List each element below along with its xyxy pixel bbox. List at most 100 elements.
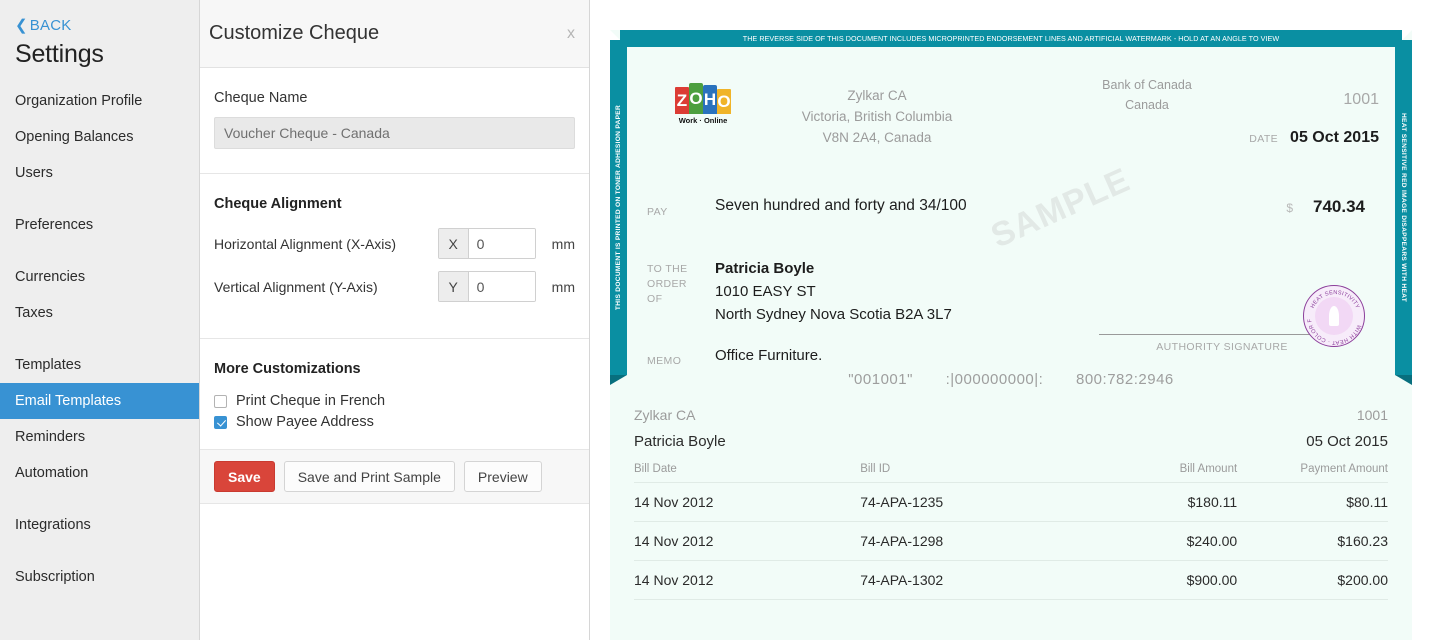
- zoho-logo: Z O H O Work · Online: [667, 82, 739, 125]
- cell-bill-date: 14 Nov 2012: [634, 561, 860, 600]
- print-french-checkbox[interactable]: [214, 395, 227, 408]
- horizontal-alignment-row: Horizontal Alignment (X-Axis) X mm: [214, 228, 575, 259]
- sidebar-item-opening-balances[interactable]: Opening Balances: [0, 119, 199, 155]
- sidebar-gap: [0, 491, 199, 507]
- show-payee-address-label: Show Payee Address: [236, 414, 374, 430]
- amount-numeric: $ 740.34: [1286, 197, 1365, 217]
- column-bill-amount: Bill Amount: [1086, 461, 1237, 483]
- zoho-letter-o2: O: [717, 89, 731, 114]
- stub-header-row-1: Zylkar CA 1001: [634, 402, 1388, 429]
- save-button[interactable]: Save: [214, 461, 275, 492]
- close-icon[interactable]: x: [567, 26, 575, 42]
- zoho-logo-blocks: Z O H O: [667, 82, 739, 114]
- save-and-print-sample-button[interactable]: Save and Print Sample: [284, 461, 455, 492]
- cell-bill-amount: $900.00: [1086, 561, 1237, 600]
- sidebar-item-automation[interactable]: Automation: [0, 455, 199, 491]
- stub-organization: Zylkar CA: [634, 402, 695, 429]
- organization-city: Victoria, British Columbia: [767, 106, 987, 127]
- cheque-alignment-section: Cheque Alignment Horizontal Alignment (X…: [200, 174, 589, 339]
- horizontal-alignment-stepper[interactable]: X: [438, 228, 536, 259]
- sidebar-item-subscription[interactable]: Subscription: [0, 559, 199, 595]
- cell-payment-amount: $200.00: [1237, 561, 1388, 600]
- column-bill-date: Bill Date: [634, 461, 860, 483]
- sidebar-item-taxes[interactable]: Taxes: [0, 295, 199, 331]
- zoho-letter-z: Z: [675, 87, 689, 114]
- cheque-name-section: Cheque Name: [200, 68, 589, 174]
- cheque-name-input[interactable]: [214, 117, 575, 149]
- print-french-label: Print Cheque in French: [236, 393, 385, 409]
- sidebar-gap: [0, 243, 199, 259]
- preview-button[interactable]: Preview: [464, 461, 542, 492]
- show-payee-address-checkbox[interactable]: [214, 416, 227, 429]
- seal-inner-disc: [1315, 297, 1353, 335]
- panel-header: Customize Cheque x: [200, 0, 589, 68]
- settings-sidebar: ❮ BACK Settings Organization ProfileOpen…: [0, 0, 200, 640]
- more-customizations-heading: More Customizations: [214, 361, 575, 377]
- bank-info: Bank of Canada Canada: [1057, 75, 1237, 115]
- back-button[interactable]: ❮ BACK: [0, 0, 199, 34]
- sidebar-item-organization-profile[interactable]: Organization Profile: [0, 83, 199, 119]
- x-axis-unit: mm: [552, 236, 575, 252]
- micr-line: "001001" :|000000000|: 800:782:2946: [627, 371, 1395, 388]
- date-label: DATE: [1249, 133, 1278, 145]
- table-row: 14 Nov 201274-APA-1298$240.00$160.23: [634, 522, 1388, 561]
- stub-header-row-2: Patricia Boyle 05 Oct 2015: [634, 429, 1388, 455]
- panel-title: Customize Cheque: [209, 22, 379, 45]
- sidebar-gap: [0, 331, 199, 347]
- zoho-letter-h: H: [703, 85, 717, 114]
- cell-bill-id: 74-APA-1298: [860, 522, 1086, 561]
- y-axis-unit: mm: [552, 279, 575, 295]
- cell-bill-amount: $180.11: [1086, 483, 1237, 522]
- y-axis-input[interactable]: [469, 272, 535, 301]
- organization-name: Zylkar CA: [767, 85, 987, 106]
- currency-symbol: $: [1286, 201, 1293, 215]
- cheque-stub: SAMPLE Zylkar CA 1001 Patricia Boyle 05 …: [610, 402, 1412, 640]
- sidebar-item-preferences[interactable]: Preferences: [0, 207, 199, 243]
- payee-block: Patricia Boyle 1010 EASY ST North Sydney…: [715, 257, 952, 326]
- heat-sensitivity-seal: HEAT SENSITIVITY WITH HEAT · COLOR FADES: [1303, 285, 1365, 347]
- right-strip-text: HEAT SENSITIVE RED IMAGE DISAPPEARS WITH…: [1400, 113, 1407, 302]
- customize-cheque-panel: Customize Cheque x Cheque Name Cheque Al…: [200, 0, 590, 640]
- cheque-face: SAMPLE Z O H O Work · Online Zylkar CA V…: [627, 47, 1395, 392]
- bills-table-body: 14 Nov 201274-APA-1235$180.11$80.1114 No…: [634, 483, 1388, 600]
- horizontal-alignment-label: Horizontal Alignment (X-Axis): [214, 236, 438, 252]
- column-bill-id: Bill ID: [860, 461, 1086, 483]
- sidebar-item-integrations[interactable]: Integrations: [0, 507, 199, 543]
- show-payee-address-row[interactable]: Show Payee Address: [214, 414, 575, 430]
- back-label: BACK: [30, 17, 72, 34]
- x-axis-input[interactable]: [469, 229, 535, 258]
- cell-payment-amount: $80.11: [1237, 483, 1388, 522]
- cell-bill-amount: $240.00: [1086, 522, 1237, 561]
- sidebar-item-reminders[interactable]: Reminders: [0, 419, 199, 455]
- alignment-heading: Cheque Alignment: [214, 196, 575, 212]
- table-row: 14 Nov 201274-APA-1302$900.00$200.00: [634, 561, 1388, 600]
- sidebar-gap: [0, 543, 199, 559]
- left-strip-foot: [610, 375, 627, 385]
- cheque-preview-pane: THE REVERSE SIDE OF THIS DOCUMENT INCLUD…: [590, 0, 1440, 640]
- sidebar-gap: [0, 191, 199, 207]
- memo-label: MEMO: [647, 354, 681, 369]
- organization-postal: V8N 2A4, Canada: [767, 127, 987, 148]
- amount-value: 740.34: [1313, 197, 1365, 217]
- sidebar-item-currencies[interactable]: Currencies: [0, 259, 199, 295]
- sidebar-item-templates[interactable]: Templates: [0, 347, 199, 383]
- cheque-date: DATE 05 Oct 2015: [1249, 129, 1379, 147]
- corner-top-right: [1402, 30, 1412, 40]
- stub-date: 05 Oct 2015: [1306, 429, 1388, 455]
- panel-actions: Save Save and Print Sample Preview: [200, 449, 589, 504]
- cheque-number: 1001: [1343, 91, 1379, 109]
- sidebar-item-email-templates[interactable]: Email Templates: [0, 383, 199, 419]
- stub-cheque-number: 1001: [1357, 402, 1388, 429]
- micr-cheque-number: "001001": [848, 371, 913, 388]
- vertical-alignment-label: Vertical Alignment (Y-Axis): [214, 279, 438, 295]
- vertical-alignment-stepper[interactable]: Y: [438, 271, 536, 302]
- bills-table: Bill Date Bill ID Bill Amount Payment Am…: [634, 461, 1388, 600]
- more-customizations-section: More Customizations Print Cheque in Fren…: [200, 339, 589, 449]
- print-french-row[interactable]: Print Cheque in French: [214, 393, 575, 409]
- date-value: 05 Oct 2015: [1290, 129, 1379, 147]
- cheque-right-strip: HEAT SENSITIVE RED IMAGE DISAPPEARS WITH…: [1395, 40, 1412, 375]
- sidebar-item-users[interactable]: Users: [0, 155, 199, 191]
- cell-bill-id: 74-APA-1235: [860, 483, 1086, 522]
- cheque-top-banner: THE REVERSE SIDE OF THIS DOCUMENT INCLUD…: [620, 30, 1402, 47]
- micr-routing: :|000000000|:: [946, 371, 1044, 388]
